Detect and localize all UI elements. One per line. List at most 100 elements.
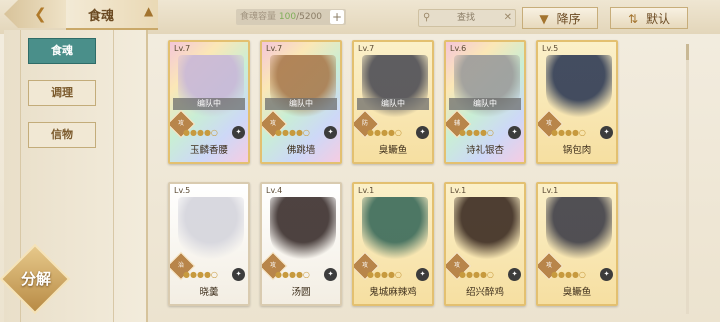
search-input[interactable]: ⚲ 查找 ✕: [418, 9, 516, 27]
capacity-label: 食魂容量: [240, 12, 277, 22]
filter-label: 默认: [646, 12, 671, 26]
character-portrait: [178, 55, 244, 121]
rank-icon: ✦: [600, 268, 613, 281]
role-text: 攻: [453, 262, 460, 269]
scrollbar-thumb[interactable]: [686, 44, 689, 60]
card-4[interactable]: Lv.5 攻 ●●●●○ ✦ 锅包肉: [536, 40, 618, 164]
card-status: 编队中: [449, 98, 521, 110]
rank-icon: ✦: [416, 126, 429, 139]
character-portrait: [546, 197, 612, 263]
add-capacity-button[interactable]: +: [330, 10, 344, 24]
rank-icon: ✦: [232, 268, 245, 281]
sort-icon: ▼: [539, 12, 549, 26]
card-name: 汤圆: [291, 287, 311, 298]
card-level: Lv.1: [358, 186, 375, 195]
card-name: 晓羹: [199, 287, 219, 298]
card-status: 编队中: [265, 98, 337, 110]
search-placeholder: 查找: [457, 13, 476, 23]
character-portrait: [454, 55, 520, 121]
tab-tiaoli-label: 调理: [51, 86, 73, 99]
role-text: 攻: [177, 120, 184, 127]
page-title-tab: 食魂 ▲: [66, 0, 158, 30]
card-1[interactable]: Lv.7 编队中 攻 ●●●●○ ✦ 佛跳墙: [260, 40, 342, 164]
capacity-bar: 食魂容量 100/5200 +: [236, 9, 346, 25]
capacity-current: 100: [278, 12, 297, 22]
star-rating: ●●●●○: [551, 270, 586, 279]
rank-icon: ✦: [600, 126, 613, 139]
decompose-label[interactable]: 分解: [14, 268, 58, 289]
card-level: Lv.4: [266, 186, 283, 195]
sort-order-button[interactable]: ▼ 降序: [522, 7, 598, 29]
filter-icon: ⇅: [627, 12, 639, 26]
card-name: 诗礼银杏: [465, 145, 504, 156]
role-text: 防: [361, 120, 368, 127]
card-level: Lv.1: [542, 186, 559, 195]
tab-tiaoli[interactable]: 调理: [28, 80, 96, 106]
star-rating: ●●●●○: [275, 128, 310, 137]
character-portrait: [546, 55, 612, 121]
tab-xinwu[interactable]: 信物: [28, 122, 96, 148]
card-status: 编队中: [357, 98, 429, 110]
card-name: 鬼城麻辣鸡: [369, 287, 417, 298]
rank-icon: ✦: [324, 126, 337, 139]
card-3[interactable]: Lv.6 编队中 辅 ●●●●○ ✦ 诗礼银杏: [444, 40, 526, 164]
page-title: 食魂: [88, 9, 115, 24]
clear-search-icon[interactable]: ✕: [504, 10, 512, 26]
role-text: 攻: [361, 262, 368, 269]
card-level: Lv.5: [542, 44, 559, 53]
role-text: 攻: [269, 120, 276, 127]
rank-icon: ✦: [508, 126, 521, 139]
character-portrait: [362, 55, 428, 121]
character-portrait: [270, 197, 336, 263]
card-level: Lv.7: [358, 44, 375, 53]
back-arrow-icon: ❮: [34, 5, 47, 23]
card-name: 绍兴醉鸡: [465, 287, 504, 298]
star-rating: ●●●●○: [183, 270, 218, 279]
card-name: 臭鳜鱼: [378, 145, 408, 156]
crown-icon: ▲: [144, 4, 154, 18]
card-6[interactable]: Lv.4 攻 ●●●●○ ✦ 汤圆: [260, 182, 342, 306]
card-name: 锅包肉: [562, 145, 592, 156]
role-text: 攻: [545, 262, 552, 269]
role-text: 治: [177, 262, 184, 269]
rank-icon: ✦: [324, 268, 337, 281]
star-rating: ●●●●○: [183, 128, 218, 137]
card-name: 佛跳墙: [286, 145, 316, 156]
star-rating: ●●●●○: [367, 128, 402, 137]
character-portrait: [270, 55, 336, 121]
star-rating: ●●●●○: [551, 128, 586, 137]
character-portrait: [454, 197, 520, 263]
role-text: 辅: [453, 120, 460, 127]
card-grid: Lv.7 编队中 攻 ●●●●○ ✦ 玉麟香腰 Lv.7 编队中 攻 ●●●●○…: [168, 40, 688, 322]
card-9[interactable]: Lv.1 攻 ●●●●○ ✦ 臭鳜鱼: [536, 182, 618, 306]
rank-icon: ✦: [508, 268, 521, 281]
card-2[interactable]: Lv.7 编队中 防 ●●●●○ ✦ 臭鳜鱼: [352, 40, 434, 164]
role-text: 攻: [269, 262, 276, 269]
character-portrait: [362, 197, 428, 263]
character-portrait: [178, 197, 244, 263]
tab-shihun-label: 食魂: [51, 44, 73, 57]
card-0[interactable]: Lv.7 编队中 攻 ●●●●○ ✦ 玉麟香腰: [168, 40, 250, 164]
star-rating: ●●●●○: [367, 270, 402, 279]
rank-icon: ✦: [416, 268, 429, 281]
filter-button[interactable]: ⇅ 默认: [610, 7, 688, 29]
card-name: 玉麟香腰: [189, 145, 228, 156]
star-rating: ●●●●○: [459, 270, 494, 279]
card-level: Lv.6: [450, 44, 467, 53]
card-8[interactable]: Lv.1 攻 ●●●●○ ✦ 绍兴醉鸡: [444, 182, 526, 306]
card-status: 编队中: [173, 98, 245, 110]
card-level: Lv.5: [174, 186, 191, 195]
tab-xinwu-label: 信物: [51, 128, 73, 141]
card-5[interactable]: Lv.5 治 ●●●●○ ✦ 晓羹: [168, 182, 250, 306]
top-bar: ❮ 食魂 ▲ 食魂容量 100/5200 + ⚲ 查找 ✕ ▼ 降序 ⇅ 默认: [0, 0, 720, 34]
search-icon: ⚲: [423, 12, 431, 23]
card-7[interactable]: Lv.1 攻 ●●●●○ ✦ 鬼城麻辣鸡: [352, 182, 434, 306]
capacity-max: /5200: [296, 12, 323, 22]
star-rating: ●●●●○: [275, 270, 310, 279]
sort-label: 降序: [556, 12, 581, 26]
card-name: 臭鳜鱼: [562, 287, 592, 298]
card-level: Lv.7: [266, 44, 283, 53]
tab-shihun[interactable]: 食魂: [28, 38, 96, 64]
back-button[interactable]: ❮: [4, 0, 68, 28]
scrollbar[interactable]: [686, 44, 689, 314]
